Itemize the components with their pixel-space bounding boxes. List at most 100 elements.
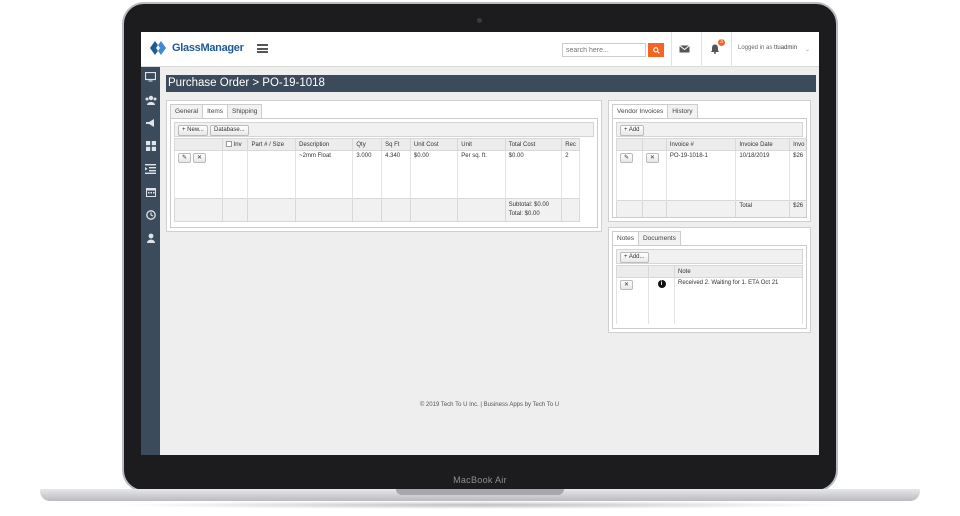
invoices-tab-body: + Add Invoice # Invoice Date Invo ✎ ✕ PO… bbox=[612, 118, 807, 218]
subtotal-label: Subtotal: $0.00 bbox=[508, 202, 550, 208]
logo[interactable]: GlassManager bbox=[149, 40, 244, 56]
search-input[interactable] bbox=[562, 43, 646, 57]
tab-history[interactable]: History bbox=[667, 104, 698, 119]
search-button[interactable] bbox=[648, 43, 664, 57]
user-prefix: Logged in as bbox=[738, 45, 773, 51]
divider bbox=[701, 32, 702, 67]
camera-dot bbox=[477, 18, 482, 23]
tab-notes[interactable]: Notes bbox=[612, 231, 639, 246]
notes-tabs: Notes Documents bbox=[612, 231, 681, 246]
app-screen: GlassManager 3 Logged in as ttuadmin ⌄ bbox=[141, 32, 819, 455]
clock-icon[interactable] bbox=[144, 208, 157, 221]
logo-mark-icon bbox=[150, 41, 166, 55]
laptop-notch bbox=[396, 489, 564, 495]
totals-cell: Subtotal: $0.00 Total: $0.00 bbox=[504, 198, 563, 222]
info-icon[interactable]: i bbox=[657, 280, 666, 288]
row-info: i bbox=[648, 277, 675, 324]
username: ttuadmin bbox=[774, 45, 798, 51]
notes-header-row: Note bbox=[616, 265, 803, 278]
notes-toolbar: + Add... bbox=[616, 249, 803, 264]
footer-text: © 2019 Tech To U Inc. | Business Apps by… bbox=[419, 402, 560, 408]
device-label: MacBook Air bbox=[453, 475, 507, 485]
tab-general[interactable]: General bbox=[170, 104, 204, 119]
invoice-tabs: Vendor Invoices History bbox=[612, 104, 698, 119]
items-footer-row: Subtotal: $0.00 Total: $0.00 bbox=[174, 198, 580, 222]
tab-vendor-invoices[interactable]: Vendor Invoices bbox=[612, 104, 669, 119]
notes-table: Note ✕ i Received 2. Waiting for 1. ETA … bbox=[616, 265, 803, 324]
actions-header bbox=[616, 265, 649, 278]
edit-icon[interactable]: ✎ bbox=[620, 153, 633, 163]
sidebar bbox=[141, 67, 160, 455]
table-row[interactable]: ✎ ✕ PO-19-1018-1 10/18/2019 $26 bbox=[616, 150, 806, 201]
total-cost-cell: $0.00 bbox=[504, 150, 563, 199]
delete-icon[interactable]: ✕ bbox=[193, 153, 206, 163]
column-header: Invoice # bbox=[665, 138, 737, 151]
monitor-icon[interactable] bbox=[144, 70, 157, 83]
tab-items[interactable]: Items bbox=[202, 104, 229, 119]
tab-shipping[interactable]: Shipping bbox=[227, 104, 263, 119]
total-value: $26 bbox=[789, 200, 806, 217]
calendar-icon[interactable] bbox=[144, 185, 157, 198]
items-table: Inv Part # / Size Description Qty Sq Ft … bbox=[174, 138, 580, 222]
grid-icon[interactable] bbox=[144, 139, 157, 152]
vendor-invoices-panel: Vendor Invoices History + Add Invoice # … bbox=[608, 100, 811, 222]
indent-icon[interactable] bbox=[144, 162, 157, 175]
inv-checkbox[interactable] bbox=[225, 141, 232, 147]
sqft-cell: 4.340 bbox=[381, 150, 411, 199]
rec-cell: 2 bbox=[561, 150, 580, 199]
invoices-footer-row: Total $26 bbox=[616, 200, 806, 217]
chevron-down-icon[interactable]: ⌄ bbox=[805, 46, 810, 53]
column-header: Sq Ft bbox=[381, 138, 411, 151]
unit-cell: Per sq. ft. bbox=[457, 150, 506, 199]
column-header: Total Cost bbox=[504, 138, 563, 151]
column-header: Description bbox=[295, 138, 354, 151]
delete-icon[interactable]: ✕ bbox=[620, 280, 633, 290]
notes-panel: Notes Documents + Add... Note ✕ i Receiv… bbox=[608, 227, 811, 333]
total-label: Total: $0.00 bbox=[508, 211, 540, 217]
actions-header bbox=[174, 138, 223, 151]
items-tab-body: + New... Database... Inv Part # / Size D… bbox=[170, 118, 598, 228]
column-header: Part # / Size bbox=[247, 138, 297, 151]
users-icon[interactable] bbox=[144, 93, 157, 106]
edit-icon[interactable]: ✎ bbox=[178, 153, 191, 163]
menu-icon[interactable] bbox=[257, 44, 268, 53]
invoice-number-cell[interactable]: PO-19-1018-1 bbox=[665, 150, 737, 201]
mail-icon[interactable] bbox=[679, 45, 690, 53]
search-icon bbox=[652, 46, 660, 54]
column-header: Qty bbox=[352, 138, 383, 151]
delete-icon[interactable]: ✕ bbox=[645, 153, 659, 163]
inv-header-label: Inv bbox=[233, 142, 242, 148]
add-invoice-button[interactable]: + Add bbox=[620, 125, 644, 136]
add-note-button[interactable]: + Add... bbox=[620, 252, 649, 263]
order-items-panel: General Items Shipping + New... Database… bbox=[166, 100, 602, 232]
invoices-toolbar: + Add bbox=[616, 122, 803, 137]
megaphone-icon[interactable] bbox=[144, 116, 157, 129]
info-header bbox=[648, 265, 675, 278]
inv-header: Inv bbox=[221, 138, 249, 151]
items-header-row: Inv Part # / Size Description Qty Sq Ft … bbox=[174, 138, 580, 151]
invoice-date-cell: 10/18/2019 bbox=[735, 150, 791, 201]
invoices-header-row: Invoice # Invoice Date Invo bbox=[616, 138, 806, 151]
bell-icon[interactable] bbox=[710, 44, 720, 54]
notification-badge: 3 bbox=[718, 39, 725, 46]
table-row[interactable]: ✎ ✕ ~2mm Float 3.000 4.340 $0.00 Per sq. … bbox=[174, 150, 580, 199]
database-button[interactable]: Database... bbox=[210, 125, 249, 136]
qty-cell: 3.000 bbox=[352, 150, 383, 199]
column-header: Unit bbox=[457, 138, 506, 151]
table-row[interactable]: ✕ i Received 2. Waiting for 1. ETA Oct 2… bbox=[616, 277, 803, 324]
laptop-shadow bbox=[110, 501, 850, 509]
top-bar: GlassManager 3 Logged in as ttuadmin ⌄ bbox=[141, 32, 819, 67]
divider bbox=[731, 32, 732, 67]
user-menu[interactable]: Logged in as ttuadmin bbox=[738, 45, 797, 51]
new-item-button[interactable]: + New... bbox=[178, 125, 208, 136]
logo-text: GlassManager bbox=[172, 42, 244, 54]
main-content: Purchase Order > PO-19-1018 General Item… bbox=[160, 67, 819, 455]
page-title-bar: Purchase Order > PO-19-1018 bbox=[166, 75, 816, 92]
user-icon[interactable] bbox=[144, 231, 157, 244]
divider bbox=[671, 32, 672, 67]
invoices-table: Invoice # Invoice Date Invo ✎ ✕ PO-19-10… bbox=[616, 138, 806, 217]
add-invoice-label: Add bbox=[628, 127, 640, 133]
actions-header bbox=[641, 138, 667, 151]
part-cell bbox=[247, 150, 297, 199]
tab-documents[interactable]: Documents bbox=[637, 231, 681, 246]
